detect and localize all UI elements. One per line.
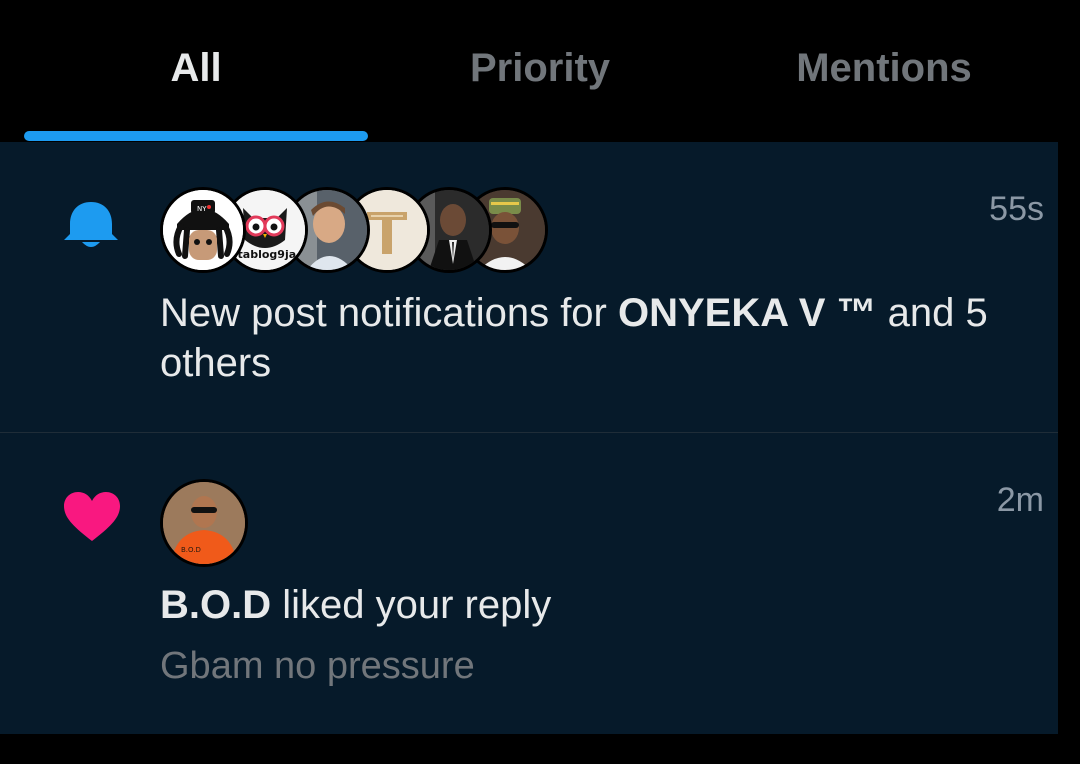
notification-timestamp: 55s <box>989 190 1044 228</box>
tab-mentions[interactable]: Mentions <box>712 0 1056 142</box>
svg-text:NY: NY <box>197 205 207 213</box>
reply-preview-text: Gbam no pressure <box>160 645 475 687</box>
active-tab-indicator <box>24 131 368 141</box>
notification-item-like[interactable]: B.O.D 2m B.O.D liked your reply Gbam no … <box>0 433 1058 734</box>
notification-item-new-posts[interactable]: NY stablog9ja 55s New post notifications… <box>0 142 1058 433</box>
tab-all[interactable]: All <box>24 0 368 142</box>
notification-text-prefix: New post notifications for <box>160 291 618 335</box>
avatar[interactable]: NY <box>160 187 246 273</box>
notification-list: NY stablog9ja 55s New post notifications… <box>0 142 1058 734</box>
notification-text: New post notifications for ONYEKA V ™ an… <box>160 288 1040 388</box>
heart-icon <box>62 491 122 543</box>
avatar-label-text: B.O.D <box>181 546 201 554</box>
notification-text: B.O.D liked your reply <box>160 580 1040 630</box>
bottom-edge <box>0 734 1080 764</box>
user-name-link[interactable]: B.O.D <box>160 583 271 627</box>
user-name-link[interactable]: ONYEKA V ™ <box>618 291 877 335</box>
notification-text-suffix: liked your reply <box>271 583 552 627</box>
bell-icon <box>62 200 120 250</box>
avatar[interactable]: B.O.D <box>160 479 248 567</box>
tab-priority[interactable]: Priority <box>368 0 712 142</box>
notification-timestamp: 2m <box>996 481 1044 519</box>
notifications-tab-bar: All Priority Mentions <box>0 0 1080 142</box>
